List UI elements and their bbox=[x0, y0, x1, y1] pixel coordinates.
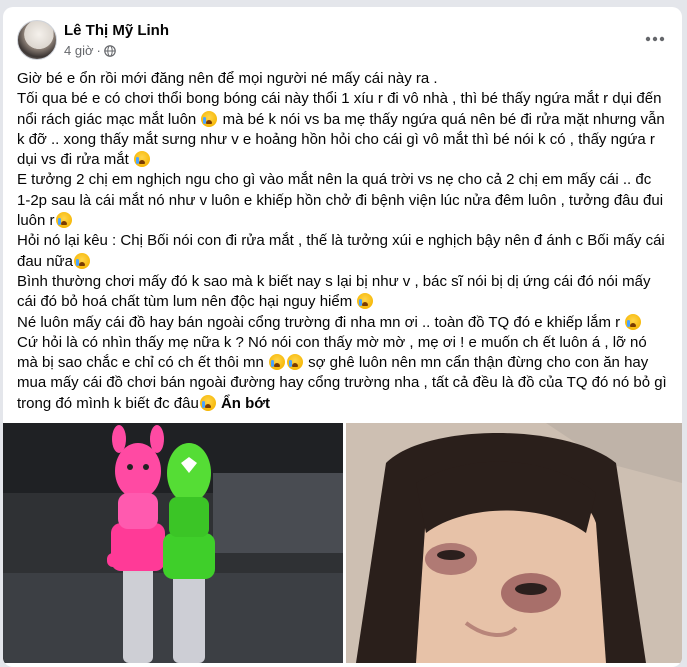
crying-face-icon bbox=[133, 151, 150, 168]
post-paragraph: Hỏi nó lại kêu : Chị Bối nói con đi rửa … bbox=[17, 231, 667, 272]
photo-child[interactable] bbox=[346, 423, 682, 663]
post-paragraph: Tối qua bé e có chơi thổi bong bóng cái … bbox=[17, 89, 667, 170]
more-dots-icon bbox=[645, 36, 665, 42]
crying-face-icon bbox=[55, 212, 72, 229]
child-swollen-eyes-photo bbox=[346, 423, 682, 663]
crying-face-icon bbox=[357, 293, 374, 310]
crying-face-icon bbox=[625, 313, 642, 330]
bubble-wand-toys-photo bbox=[3, 423, 343, 663]
post-paragraph: Né luôn mấy cái đồ hay bán ngoài cổng tr… bbox=[17, 313, 667, 333]
post-photos bbox=[3, 423, 682, 663]
post-header: Lê Thị Mỹ Linh 4 giờ · bbox=[3, 7, 682, 67]
post-text-span: Bình thường chơi mấy đó k sao mà k biết … bbox=[17, 272, 651, 311]
crying-face-icon bbox=[268, 354, 285, 371]
avatar[interactable] bbox=[17, 20, 57, 60]
crying-face-icon bbox=[73, 252, 90, 269]
see-less-link[interactable]: Ẩn bớt bbox=[221, 395, 270, 412]
meta-separator: · bbox=[96, 43, 101, 58]
post-paragraph: Cứ hỏi là có nhìn thấy mẹ nữa k ? Nó nói… bbox=[17, 333, 667, 414]
crying-face-icon bbox=[199, 394, 216, 411]
post-text-span: E tưởng 2 chị em nghịch ngu cho gì vào m… bbox=[17, 171, 664, 230]
post-paragraph: Giờ bé e ổn rồi mới đăng nên để mọi ngườ… bbox=[17, 70, 438, 87]
post-text-span: Né luôn mấy cái đồ hay bán ngoài cổng tr… bbox=[17, 313, 621, 331]
globe-icon[interactable] bbox=[104, 44, 116, 57]
post-text-span: Hỏi nó lại kêu : Chị Bối nói con đi rửa … bbox=[17, 232, 665, 270]
more-options-button[interactable] bbox=[640, 24, 670, 54]
crying-face-icon bbox=[286, 354, 303, 371]
post-time[interactable]: 4 giờ bbox=[64, 43, 94, 58]
post-text: Giờ bé e ổn rồi mới đăng nên để mọi ngườ… bbox=[17, 69, 667, 414]
post-paragraph: Bình thường chơi mấy đó k sao mà k biết … bbox=[17, 272, 667, 313]
post-card: Lê Thị Mỹ Linh 4 giờ · Giờ bé e ổn rồi m… bbox=[3, 7, 682, 667]
photo-bubble-toys[interactable] bbox=[3, 423, 343, 663]
post-meta: 4 giờ · bbox=[64, 43, 116, 58]
crying-face-icon bbox=[201, 110, 218, 127]
post-paragraph: E tưởng 2 chị em nghịch ngu cho gì vào m… bbox=[17, 170, 667, 231]
author-name[interactable]: Lê Thị Mỹ Linh bbox=[64, 22, 169, 39]
